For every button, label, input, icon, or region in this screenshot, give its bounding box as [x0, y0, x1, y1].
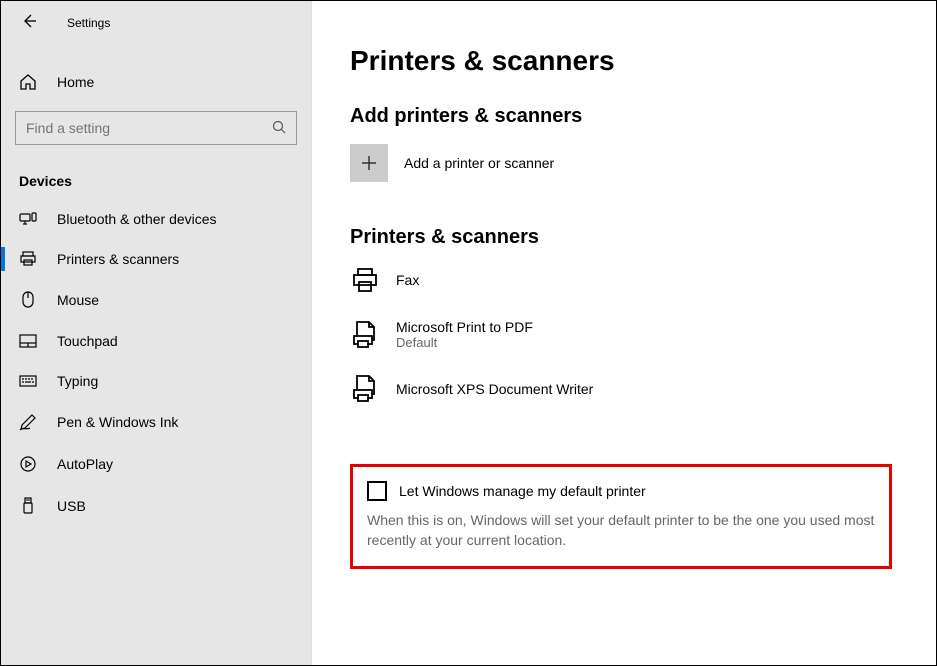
nav-label: AutoPlay [57, 456, 113, 472]
search-input[interactable] [26, 120, 272, 136]
nav-touchpad[interactable]: Touchpad [1, 321, 311, 361]
default-printer-checkbox[interactable] [367, 481, 387, 501]
touchpad-icon [19, 334, 37, 348]
nav-label: Pen & Windows Ink [57, 414, 178, 430]
add-printer-button[interactable]: Add a printer or scanner [350, 144, 892, 182]
section-label: Devices [1, 165, 311, 199]
mouse-icon [19, 291, 37, 309]
nav-printers[interactable]: Printers & scanners [1, 239, 311, 279]
printer-item-pdf[interactable]: Microsoft Print to PDF Default [350, 319, 892, 350]
checkbox-description: When this is on, Windows will set your d… [367, 511, 875, 550]
back-button[interactable] [19, 13, 39, 34]
add-label: Add a printer or scanner [404, 155, 554, 171]
nav-bluetooth[interactable]: Bluetooth & other devices [1, 199, 311, 239]
autoplay-icon [19, 455, 37, 473]
app-title: Settings [67, 16, 110, 30]
fax-icon [350, 265, 380, 295]
keyboard-icon [19, 375, 37, 387]
printer-item-fax[interactable]: Fax [350, 265, 892, 295]
printer-icon [19, 251, 37, 267]
nav-pen[interactable]: Pen & Windows Ink [1, 401, 311, 443]
devices-icon [19, 212, 37, 226]
sidebar: Settings Home Devices Bluetooth & other … [1, 1, 312, 665]
nav-label: Typing [57, 373, 98, 389]
home-icon [19, 73, 37, 91]
default-printer-setting: Let Windows manage my default printer Wh… [350, 464, 892, 569]
checkbox-label: Let Windows manage my default printer [399, 483, 646, 499]
home-link[interactable]: Home [1, 63, 311, 101]
nav-label: Mouse [57, 292, 99, 308]
usb-icon [19, 497, 37, 515]
nav-usb[interactable]: USB [1, 485, 311, 527]
nav-typing[interactable]: Typing [1, 361, 311, 401]
document-printer-icon [350, 320, 380, 350]
nav-label: Printers & scanners [57, 251, 179, 267]
printer-name: Microsoft Print to PDF [396, 319, 533, 335]
printer-status: Default [396, 335, 533, 350]
nav-label: Bluetooth & other devices [57, 211, 217, 227]
document-printer-icon [350, 374, 380, 404]
printer-name: Fax [396, 272, 419, 288]
printer-item-xps[interactable]: Microsoft XPS Document Writer [350, 374, 892, 404]
search-box[interactable] [15, 111, 297, 145]
printer-name: Microsoft XPS Document Writer [396, 381, 593, 397]
titlebar: Settings [1, 1, 311, 45]
nav-mouse[interactable]: Mouse [1, 279, 311, 321]
nav-label: Touchpad [57, 333, 118, 349]
home-label: Home [57, 74, 94, 90]
main-panel: Printers & scanners Add printers & scann… [312, 1, 936, 665]
nav-autoplay[interactable]: AutoPlay [1, 443, 311, 485]
list-heading: Printers & scanners [350, 226, 892, 249]
search-icon [272, 120, 286, 137]
nav-label: USB [57, 498, 86, 514]
page-title: Printers & scanners [350, 45, 892, 77]
add-heading: Add printers & scanners [350, 105, 892, 128]
plus-icon [350, 144, 388, 182]
pen-icon [19, 413, 37, 431]
